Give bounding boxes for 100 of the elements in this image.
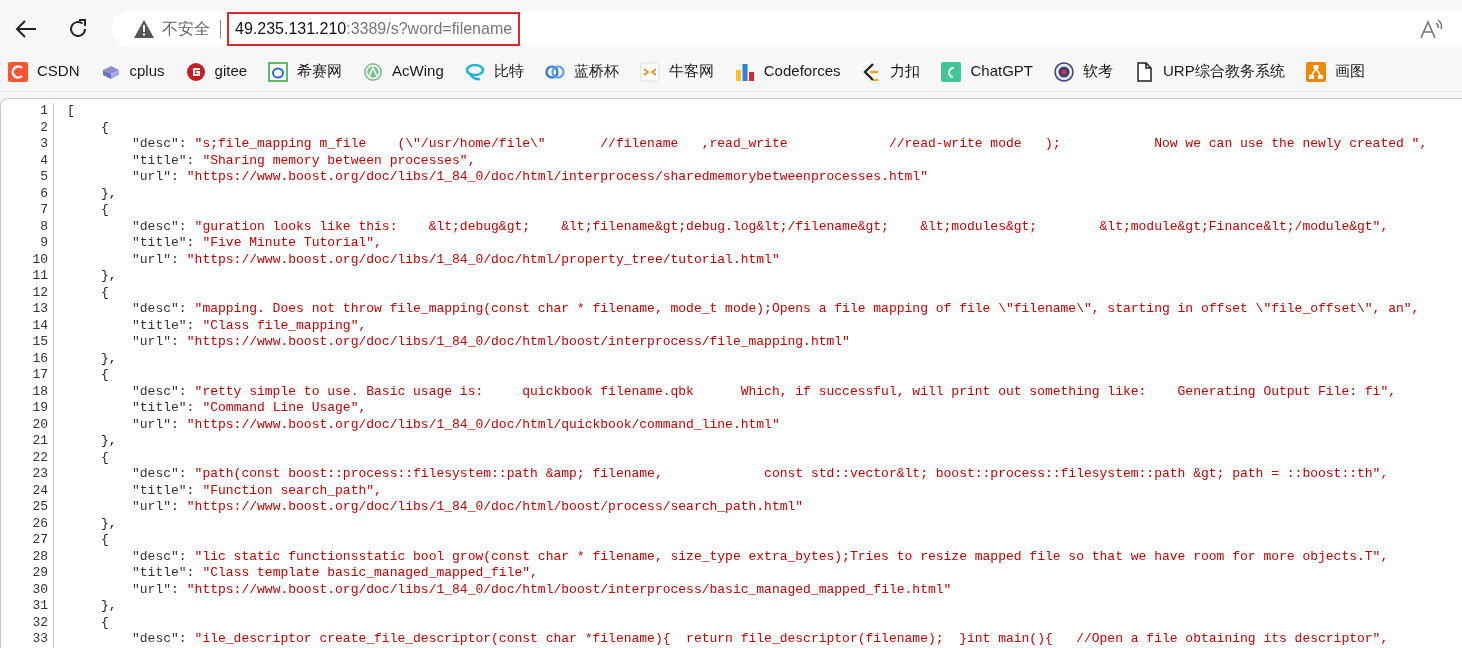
json-bracket: { [101,449,109,466]
line-number: 25 [31,499,48,516]
line-number: 28 [31,548,48,565]
json-key: "url": [132,416,179,433]
json-key: "title": [132,400,195,417]
line-number: 10 [31,251,48,268]
json-string: "https://www.boost.org/doc/libs/1_84_0/doc/html/boost/process/search_path.html" [186,499,804,516]
json-bracket: { [101,614,109,631]
json-string: "https://www.boost.org/doc/libs/1_84_0/doc/html/interprocess/sharedmemorybetweenprocesses.html" [186,169,928,186]
back-icon [15,19,37,39]
json-string: "https://www.boost.org/doc/libs/1_84_0/doc/html/property_tree/tutorial.html" [186,251,780,268]
json-bracket: }, [101,350,117,367]
line-number: 14 [31,317,48,334]
json-string: "guration looks like this: &lt;debug&gt; &lt;filename&gt;debug.log&lt;/filename&gt; &lt;modules&gt; &lt;module&gt;Finance&lt;/module&gt", [194,218,1389,235]
line-number: 13 [31,301,48,318]
bookmark[interactable]: 画图 [1305,60,1373,83]
json-bracket: { [101,367,109,384]
read-aloud-icon[interactable] [1420,19,1444,39]
bookmark[interactable]: CSDN [8,60,88,83]
json-string: "https://www.boost.org/doc/libs/1_84_0/doc/html/boost/interprocess/basic_managed_mapped_file.html" [186,581,952,598]
logo-icon [8,61,28,82]
bookmark[interactable]: gitee [185,60,256,83]
json-key: "url": [132,334,179,351]
json-string: "ile_descriptor create_file_descriptor(const char *filename){ return file_descriptor(filename); }int main(){ //Open a file obtaining its descriptor", [194,631,1389,648]
line-number: 15 [31,334,48,351]
security-label[interactable]: 不安全 [154,17,220,41]
bookmark[interactable]: 牛客网 [639,60,722,83]
emblem-icon [1054,61,1074,82]
json-bracket: [ [67,103,75,120]
line-number: 1 [39,103,48,120]
url-text[interactable]: 49.235.131.210:3389/s?word=filename [227,12,521,46]
json-bracket: { [101,284,109,301]
json-string: "Class template basic_managed_mapped_file", [202,565,538,582]
bookmark[interactable]: Codeforces [734,60,849,83]
json-string: "lic static functionsstatic bool grow(const char * filename, size_type extra_bytes);Tries to resize mapped file so that we have room for more objects.T", [194,548,1389,565]
json-string: "https://www.boost.org/doc/libs/1_84_0/doc/html/quickbook/command_line.html" [186,416,780,433]
line-number: 18 [31,383,48,400]
json-bracket: { [101,202,109,219]
address-bar[interactable]: 不安全 49.235.131.210:3389/s?word=filename [112,11,1462,47]
json-bracket: }, [101,515,117,532]
line-number: 19 [31,400,48,417]
line-number: 33 [31,631,48,648]
json-string: "Command Line Usage", [202,400,367,417]
line-number: 20 [31,416,48,433]
reload-icon [67,18,89,40]
json-string: "Class file_mapping", [202,317,367,334]
json-key: "title": [132,235,195,252]
bookmark[interactable]: 希赛网 [268,60,351,83]
json-key: "url": [132,169,179,186]
line-number: 3 [39,136,48,153]
logo-icon [363,61,384,82]
line-number: 8 [39,218,48,235]
bookmark[interactable]: 比特 [464,60,532,83]
bookmark[interactable]: ChatGPT [941,60,1041,83]
json-key: "desc": [132,548,187,565]
json-key: "desc": [132,631,187,648]
json-key: "desc": [132,301,187,318]
line-number: 16 [31,350,48,367]
logo-icon [268,61,289,82]
json-bracket: { [101,532,109,549]
json-string: "mapping. Does not throw file_mapping(const char * filename, mode_t mode);Opens a file mapping of file \"filename\", starting in offset \"file_offset\", an", [194,301,1420,318]
line-number: 17 [31,367,48,384]
json-string: "path(const boost::process::filesystem::path &amp; filename, const std::vector&lt; boost::process::filesystem::path &gt; path = ::boost::th", [194,466,1389,483]
diagram-icon [1305,61,1326,82]
line-number: 6 [39,185,48,202]
line-number: 32 [31,614,48,631]
logo-icon [464,61,485,82]
line-number: 23 [31,466,48,483]
bookmark[interactable]: URP综合教务系统 [1134,60,1293,83]
bookmark[interactable]: AcWing [363,60,452,83]
json-string: "Sharing memory between processes", [202,152,476,169]
bookmark[interactable]: 蓝桥杯 [544,60,627,83]
bookmark[interactable]: cplus [100,60,173,83]
json-bracket: }, [101,433,117,450]
json-string: "s;file_mapping m_file (\"/usr/home/file\" //filename ,read_write //read-write mode ); Now we can use the newly created ", [194,136,1428,153]
json-bracket: }, [101,598,117,615]
line-number: 21 [31,433,48,450]
line-number: 5 [39,169,48,186]
json-string: "Function search_path", [202,482,382,499]
json-key: "desc": [132,218,187,235]
warning-icon [134,20,154,38]
line-number: 11 [31,268,48,285]
bookmark[interactable]: 力扣 [861,60,929,83]
json-key: "url": [132,499,179,516]
json-bracket: }, [101,185,117,202]
line-number: 29 [31,565,48,582]
line-number: 4 [39,152,48,169]
json-key: "title": [132,565,195,582]
line-number: 22 [31,449,48,466]
json-key: "title": [132,152,195,169]
bookmark[interactable]: 软考 [1054,60,1121,83]
line-number: 26 [31,515,48,532]
json-string: "retty simple to use. Basic usage is: quickbook filename.qbk Which, if successful, will print out something like: Generating Output File: fi", [194,383,1396,400]
json-key: "title": [132,482,195,499]
logo-icon [941,61,962,82]
json-string: "https://www.boost.org/doc/libs/1_84_0/doc/html/boost/interprocess/file_mapping.html" [186,334,850,351]
line-number: 30 [31,581,48,598]
line-number: 24 [31,482,48,499]
line-number: 2 [39,119,48,136]
json-string: "Five Minute Tutorial", [202,235,382,252]
